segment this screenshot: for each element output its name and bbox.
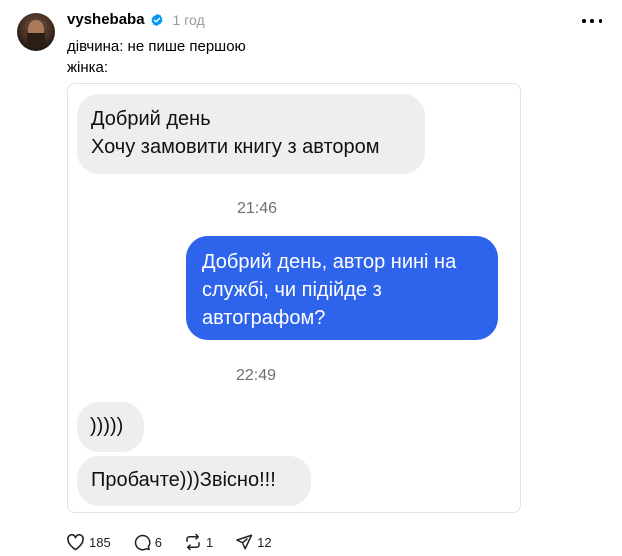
- message-line: службі, чи підійде з: [202, 279, 382, 301]
- like-button[interactable]: 185: [66, 533, 111, 551]
- send-icon: [236, 534, 253, 550]
- message-timestamp: 21:46: [237, 200, 278, 217]
- repost-count: 1: [205, 534, 214, 550]
- caption-line: дівчина: не пише першою: [67, 38, 246, 55]
- comment-count: 6: [154, 534, 162, 550]
- message-line: Хочу замовити книгу з автором: [91, 136, 380, 158]
- post-caption: дівчина: не пише першою жінка:: [67, 36, 246, 78]
- outgoing-message: Добрий день, автор нині на службі, чи пі…: [186, 236, 498, 340]
- share-button[interactable]: 12: [235, 533, 272, 551]
- attached-image[interactable]: Добрий день Хочу замовити книгу з авторо…: [67, 83, 521, 513]
- incoming-message: Добрий день Хочу замовити книгу з авторо…: [77, 94, 425, 174]
- username[interactable]: vyshebaba: [67, 11, 145, 28]
- post-time: 1 год: [172, 11, 205, 28]
- verified-badge-icon: [150, 13, 164, 27]
- caption-line: жінка:: [67, 59, 109, 76]
- repost-button[interactable]: 1: [184, 533, 213, 551]
- message-line: Добрий день: [91, 108, 211, 130]
- message-timestamp: 22:49: [236, 367, 277, 384]
- incoming-message: Пробачте)))Звісно!!!: [77, 456, 311, 506]
- more-options-icon[interactable]: [582, 12, 602, 30]
- share-count: 12: [257, 534, 272, 550]
- message-line: автографом?: [202, 307, 326, 329]
- like-count: 185: [89, 534, 111, 550]
- incoming-message: ))))): [77, 402, 144, 452]
- repost-icon: [186, 533, 200, 551]
- message-line: Добрий день, автор нині на: [202, 251, 457, 273]
- avatar[interactable]: [17, 13, 55, 51]
- comment-icon: [134, 534, 151, 551]
- heart-icon: [67, 533, 84, 551]
- post-header: vyshebaba 1 год: [67, 11, 205, 28]
- thread-post: vyshebaba 1 год дівчина: не пише першою …: [0, 0, 622, 556]
- comment-button[interactable]: 6: [133, 533, 162, 551]
- avatar-beard: [27, 33, 45, 47]
- action-bar: 185 6 1 12: [66, 533, 294, 551]
